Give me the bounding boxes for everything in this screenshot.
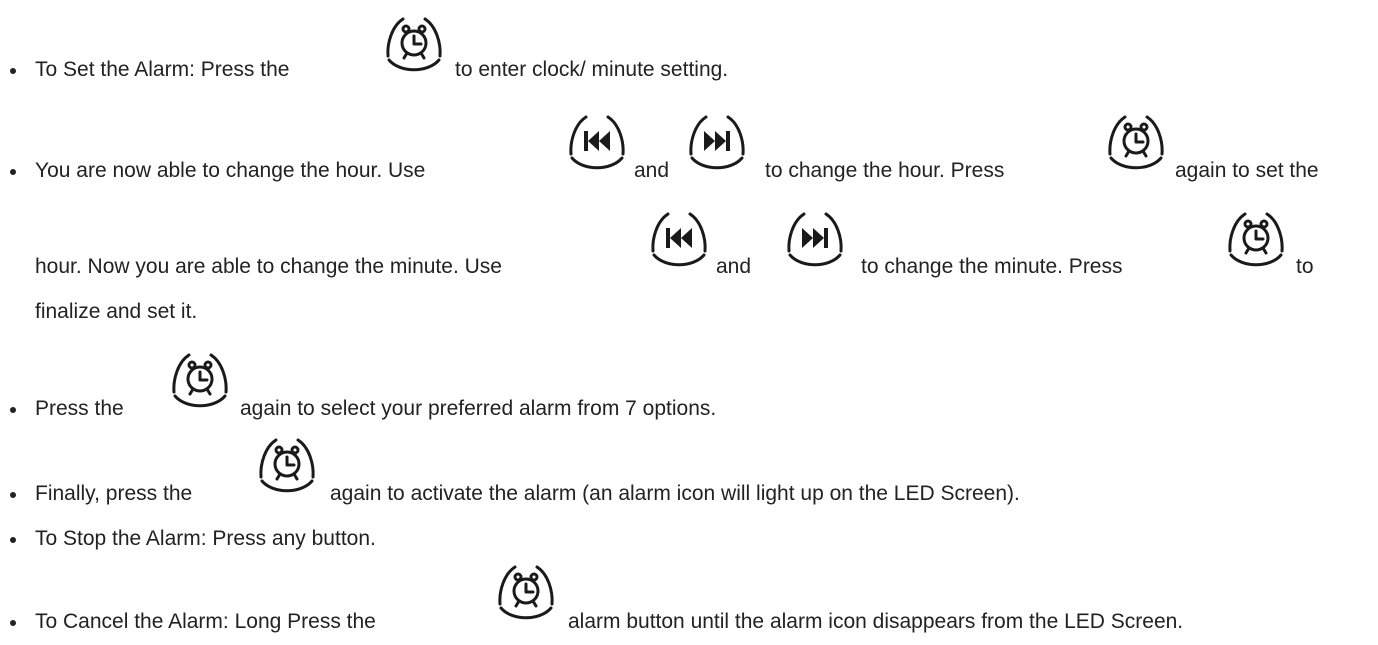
instruction-text: finalize and set it. <box>35 300 198 323</box>
bullet <box>10 620 16 626</box>
instruction-text: again to set the <box>1175 159 1319 182</box>
instruction-activate-alarm: Finally, press the again to activate the… <box>0 482 1378 506</box>
instruction-text: You are now able to change the hour. Use <box>35 159 426 182</box>
instruction-text: and <box>634 159 670 182</box>
alarm-clock-icon <box>494 560 558 624</box>
instruction-text: Finally, press the <box>35 482 193 505</box>
instruction-text: to <box>1296 255 1314 278</box>
alarm-clock-icon <box>1104 110 1168 174</box>
instruction-stop-alarm: To Stop the Alarm: Press any button. <box>0 527 1378 551</box>
alarm-clock-icon <box>1224 207 1288 271</box>
bullet <box>10 68 16 74</box>
bullet <box>10 169 16 175</box>
instruction-cancel-alarm: To Cancel the Alarm: Long Press the alar… <box>0 610 1378 634</box>
instruction-text: alarm button until the alarm icon disapp… <box>568 610 1184 633</box>
instruction-text: to enter clock/ minute setting. <box>455 58 729 81</box>
alarm-clock-icon <box>255 433 319 497</box>
alarm-clock-icon <box>168 348 232 412</box>
instruction-text: to change the hour. Press <box>765 159 1005 182</box>
instruction-text: to change the minute. Press <box>861 255 1123 278</box>
alarm-clock-icon <box>382 12 446 76</box>
instruction-text: hour. Now you are able to change the min… <box>35 255 502 278</box>
instruction-set-alarm: To Set the Alarm: Press the to enter clo… <box>0 58 1378 82</box>
bullet <box>10 492 16 498</box>
skip-previous-icon <box>565 110 629 174</box>
instruction-text: again to activate the alarm (an alarm ic… <box>330 482 1020 505</box>
instruction-text: again to select your preferred alarm fro… <box>240 397 717 420</box>
instruction-text: Press the <box>35 397 124 420</box>
bullet <box>10 537 16 543</box>
skip-next-icon <box>783 207 847 271</box>
instruction-text: To Stop the Alarm: Press any button. <box>35 527 376 550</box>
instruction-finalize: finalize and set it. <box>0 300 1378 324</box>
bullet <box>10 407 16 413</box>
instruction-text: To Set the Alarm: Press the <box>35 58 290 81</box>
skip-next-icon <box>685 110 749 174</box>
instruction-text: and <box>716 255 752 278</box>
instruction-text: To Cancel the Alarm: Long Press the <box>35 610 376 633</box>
skip-previous-icon <box>647 207 711 271</box>
